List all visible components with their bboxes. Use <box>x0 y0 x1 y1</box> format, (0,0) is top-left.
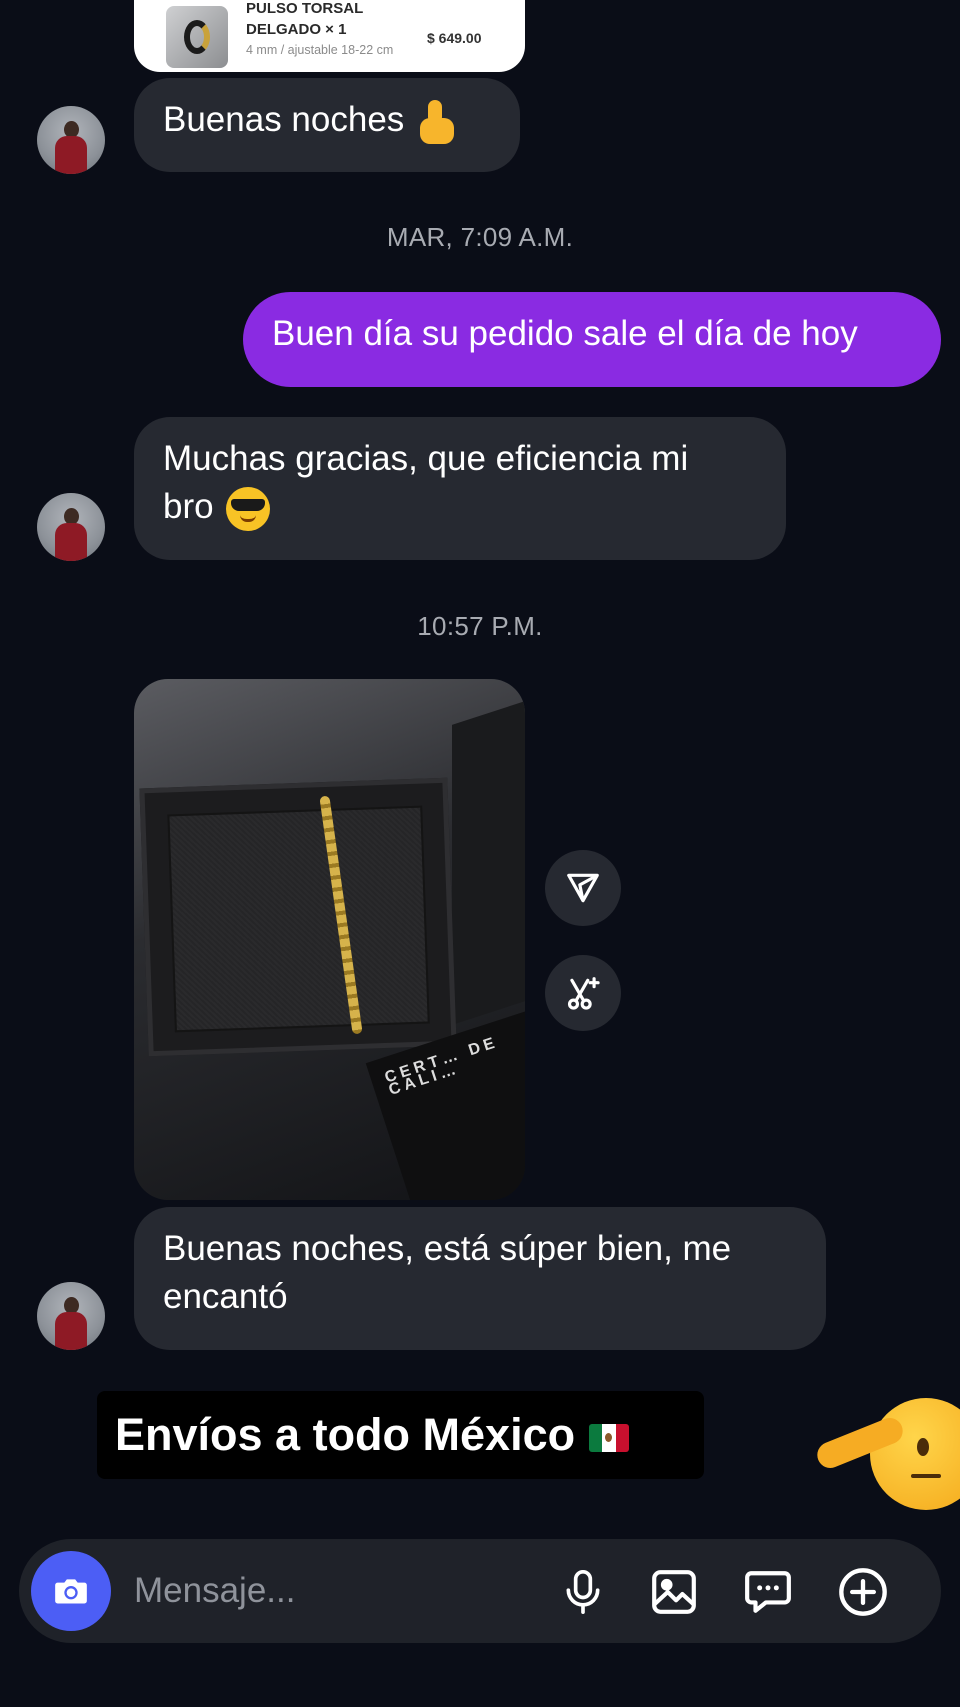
message-text-line: Muchas gracias, que eficiencia mi <box>163 439 689 478</box>
avatar[interactable] <box>37 493 105 561</box>
message-bubble-incoming[interactable]: Buenas noches <box>134 78 520 172</box>
product-variant: 4 mm / ajustable 18-22 cm <box>246 43 394 57</box>
message-composer <box>19 1539 941 1643</box>
microphone-icon <box>566 1570 600 1614</box>
message-bubble-incoming[interactable]: Muchas gracias, que eficiencia mi bro <box>134 417 786 560</box>
product-name: PULSO TORSAL DELGADO × 1 <box>246 0 363 38</box>
gallery-icon <box>652 1570 696 1614</box>
microphone-button[interactable] <box>555 1564 611 1620</box>
message-bubble-outgoing[interactable]: Buen día su pedido sale el día de hoy <box>243 292 941 387</box>
edit-cutout-button[interactable] <box>545 955 621 1031</box>
message-text: Buen día su pedido sale el día de hoy <box>272 314 858 353</box>
scissors-sparkle-icon <box>567 977 600 1010</box>
product-thumbnail <box>166 6 228 68</box>
message-text-line: Buenas noches, está súper bien, me <box>163 1229 732 1268</box>
mexico-flag-icon <box>589 1424 630 1453</box>
jewelry-box <box>139 777 457 1057</box>
add-icon <box>839 1568 887 1616</box>
message-text-line: bro <box>163 487 214 526</box>
saluting-face-icon <box>815 1394 960 1512</box>
gallery-button[interactable] <box>646 1564 702 1620</box>
message-text: Buenas noches <box>163 100 405 139</box>
camera-icon <box>55 1579 87 1604</box>
send-button[interactable] <box>545 850 621 926</box>
sticker-text: Envíos a todo México <box>115 1409 576 1460</box>
send-icon <box>567 873 599 903</box>
thumbs-up-icon <box>414 99 458 144</box>
sticker-chat-icon <box>745 1571 791 1613</box>
message-bubble-incoming[interactable]: Buenas noches, está súper bien, me encan… <box>134 1207 826 1350</box>
camera-button[interactable] <box>31 1551 111 1631</box>
shipping-sticker: Envíos a todo México <box>97 1391 704 1479</box>
timestamp: 10:57 P.M. <box>417 611 543 641</box>
avatar[interactable] <box>37 106 105 174</box>
product-price: $ 649.00 <box>427 30 482 46</box>
timestamp: MAR, 7:09 A.M. <box>386 222 574 252</box>
product-card[interactable]: PULSO TORSAL DELGADO × 1 4 mm / ajustabl… <box>134 0 525 72</box>
message-text-line: encantó <box>163 1277 288 1316</box>
message-input[interactable] <box>134 1561 544 1621</box>
avatar[interactable] <box>37 1282 105 1350</box>
photo-message[interactable]: CERT… DE CALI… <box>134 679 525 1200</box>
add-button[interactable] <box>835 1564 891 1620</box>
sticker-chat-button[interactable] <box>740 1564 796 1620</box>
box-lid <box>452 689 525 1025</box>
sunglasses-face-icon <box>225 486 270 531</box>
